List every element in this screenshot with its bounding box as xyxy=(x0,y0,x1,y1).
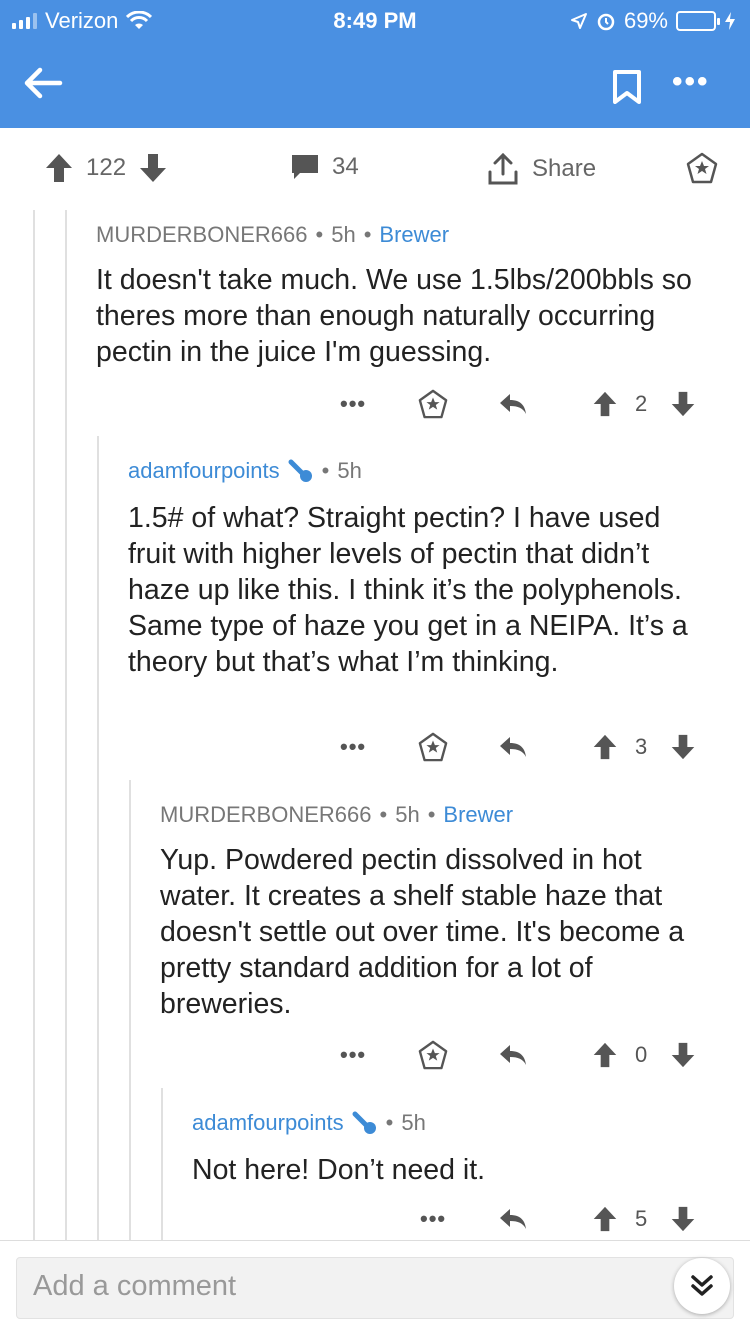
reply-icon[interactable] xyxy=(498,384,528,424)
more-options-icon[interactable]: ••• xyxy=(672,62,722,102)
comment-input[interactable]: Add a comment xyxy=(16,1257,734,1319)
user-flair: Brewer xyxy=(379,222,450,247)
comment-body: It doesn't take much. We use 1.5lbs/200b… xyxy=(96,264,692,368)
battery-icon xyxy=(676,11,720,31)
comment-actions: ••• 5 xyxy=(410,1199,710,1239)
award-icon[interactable] xyxy=(418,1035,448,1075)
status-bar: Verizon 8:49 PM 69% xyxy=(0,0,750,40)
bookmark-icon[interactable] xyxy=(612,70,642,104)
comment-age: 5h xyxy=(331,222,356,247)
comment-author[interactable]: MURDERBONER666 xyxy=(160,802,372,828)
thread-depth-line[interactable] xyxy=(129,780,131,1240)
comment-body: Yup. Powdered pectin dissolved in hot wa… xyxy=(160,844,685,1020)
comment-age: 5h xyxy=(395,802,420,827)
upvote-icon[interactable] xyxy=(592,384,618,424)
post-action-bar: 122 34 Share xyxy=(0,128,750,210)
battery-percent: 69% xyxy=(623,8,668,33)
thread-depth-line[interactable] xyxy=(97,436,99,1240)
comment-age: 5h xyxy=(401,1110,426,1135)
wrench-icon xyxy=(288,459,312,482)
comment-author[interactable]: MURDERBONER666 xyxy=(96,222,308,248)
more-options-icon[interactable]: ••• xyxy=(340,384,366,424)
charging-bolt-icon xyxy=(725,12,735,30)
upvote-icon[interactable] xyxy=(592,1035,618,1075)
comment-meta: adamfourpoints • 5h xyxy=(128,458,362,484)
top-app-bar: Verizon 8:49 PM 69% ••• xyxy=(0,0,750,128)
comment-actions: ••• 3 xyxy=(330,727,710,767)
comment[interactable]: adamfourpoints • 5h Not here! Don’t need… xyxy=(192,1110,714,1188)
award-icon[interactable] xyxy=(418,384,448,424)
more-options-icon[interactable]: ••• xyxy=(420,1199,446,1239)
comment-actions: ••• 0 xyxy=(330,1035,710,1075)
comment-meta: MURDERBONER666 • 5h • Brewer xyxy=(160,802,514,828)
back-arrow-icon[interactable] xyxy=(20,60,66,106)
downvote-icon[interactable] xyxy=(670,727,696,767)
alarm-icon xyxy=(597,13,615,31)
downvote-icon[interactable] xyxy=(138,152,168,184)
comment-author[interactable]: adamfourpoints xyxy=(128,458,280,484)
comment-actions: ••• 2 xyxy=(330,384,710,424)
thread-depth-line[interactable] xyxy=(33,210,35,1240)
vote-group: 122 xyxy=(44,152,168,184)
award-icon xyxy=(686,152,718,184)
more-options-icon[interactable]: ••• xyxy=(340,727,366,767)
upvote-icon[interactable] xyxy=(44,152,74,184)
upvote-icon[interactable] xyxy=(592,727,618,767)
share-button[interactable]: Share xyxy=(486,152,596,186)
award-button[interactable] xyxy=(686,152,718,184)
comment[interactable]: MURDERBONER666 • 5h • Brewer It doesn't … xyxy=(96,222,714,370)
comment-score: 0 xyxy=(635,1042,648,1067)
comment-meta: MURDERBONER666 • 5h • Brewer xyxy=(96,222,450,248)
comment-age: 5h xyxy=(337,458,362,483)
comment-composer: Add a comment xyxy=(0,1240,750,1334)
reply-icon[interactable] xyxy=(498,1035,528,1075)
comment-input-placeholder: Add a comment xyxy=(33,1270,237,1302)
share-icon xyxy=(488,152,518,185)
downvote-icon[interactable] xyxy=(670,1199,696,1239)
thread-depth-line[interactable] xyxy=(65,210,67,1240)
user-flair: Brewer xyxy=(443,802,514,827)
comment-score: 2 xyxy=(635,391,648,416)
share-label: Share xyxy=(532,155,597,182)
award-icon[interactable] xyxy=(418,727,448,767)
toolbar: ••• xyxy=(0,40,750,128)
more-options-icon[interactable]: ••• xyxy=(340,1035,366,1075)
upvote-icon[interactable] xyxy=(592,1199,618,1239)
comment-author[interactable]: adamfourpoints xyxy=(192,1110,344,1136)
downvote-icon[interactable] xyxy=(670,384,696,424)
comments-button[interactable]: 34 xyxy=(290,152,359,182)
next-comment-button[interactable] xyxy=(674,1258,730,1314)
reply-icon[interactable] xyxy=(498,727,528,767)
comment-score: 3 xyxy=(635,734,648,759)
comment-count: 34 xyxy=(332,153,359,180)
comment-bubble-icon xyxy=(292,155,318,179)
comment-meta: adamfourpoints • 5h xyxy=(192,1110,426,1136)
comment-body: Not here! Don’t need it. xyxy=(192,1154,486,1186)
post-score: 122 xyxy=(86,154,127,181)
comment[interactable]: adamfourpoints • 5h 1.5# of what? Straig… xyxy=(128,458,714,680)
downvote-icon[interactable] xyxy=(670,1035,696,1075)
comment-body: 1.5# of what? Straight pectin? I have us… xyxy=(128,502,688,678)
reply-icon[interactable] xyxy=(498,1199,528,1239)
double-chevron-down-icon xyxy=(691,1275,713,1296)
thread-depth-line[interactable] xyxy=(161,1088,163,1240)
location-arrow-icon xyxy=(570,13,587,29)
comment-score: 5 xyxy=(635,1206,648,1231)
wrench-icon xyxy=(352,1111,376,1134)
comment[interactable]: MURDERBONER666 • 5h • Brewer Yup. Powder… xyxy=(160,802,714,1022)
